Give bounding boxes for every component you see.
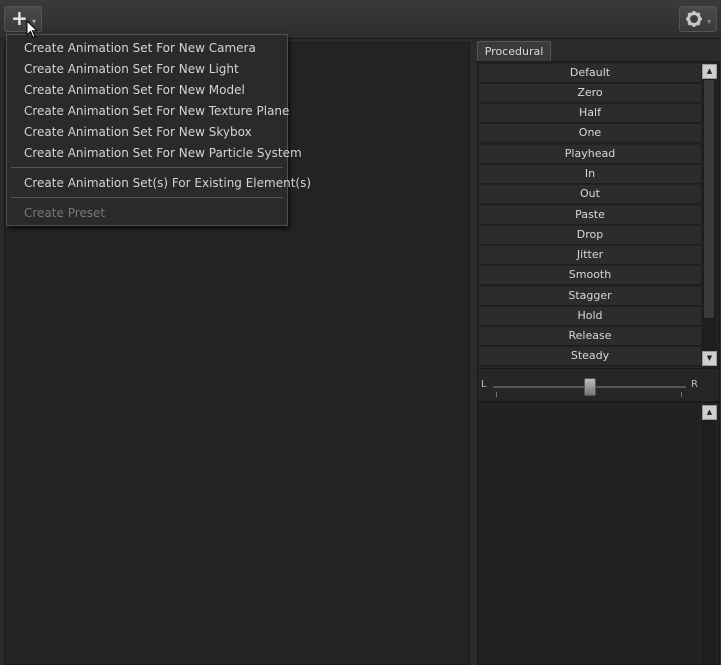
preset-item[interactable]: Drop <box>479 226 701 245</box>
preset-item[interactable]: In <box>479 165 701 184</box>
menu-item-new-light[interactable]: Create Animation Set For New Light <box>24 62 239 76</box>
preset-item[interactable]: Default <box>479 64 701 83</box>
balance-tick-right <box>681 392 682 397</box>
procedural-preset-list: Default Zero Half One Playhead In Out Paste Drop… <box>477 61 720 369</box>
procedural-panel: Procedural Default Zero Half One Playhead In O… <box>477 40 720 665</box>
lower-area-scrollbar[interactable]: ▲ <box>702 405 717 663</box>
mouse-cursor-icon <box>26 20 38 39</box>
balance-right-label: R <box>691 379 698 390</box>
panel-splitter[interactable] <box>470 42 476 663</box>
preset-item[interactable]: Release <box>479 327 701 346</box>
menu-item-new-particle-system[interactable]: Create Animation Set For New Particle Sy… <box>24 146 302 160</box>
menu-separator <box>11 167 283 168</box>
preset-list-scrollbar[interactable]: ▲ ▼ <box>702 64 717 366</box>
preset-item[interactable]: Steady <box>479 347 701 366</box>
menu-separator <box>11 197 283 198</box>
procedural-lower-area: ▲ <box>477 402 720 665</box>
menu-item-create-preset: Create Preset <box>24 206 106 220</box>
scroll-down-button[interactable]: ▼ <box>702 351 717 366</box>
menu-item-new-camera[interactable]: Create Animation Set For New Camera <box>24 41 256 55</box>
settings-button[interactable]: ▾ <box>679 6 717 32</box>
tab-procedural[interactable]: Procedural <box>477 41 551 61</box>
preset-item[interactable]: Smooth <box>479 266 701 285</box>
chevron-down-icon: ▾ <box>707 17 712 26</box>
gear-icon <box>686 11 702 27</box>
menu-item-existing-elements[interactable]: Create Animation Set(s) For Existing Ele… <box>24 176 311 190</box>
preset-item[interactable]: Zero <box>479 84 701 103</box>
balance-slider-row: L R <box>477 368 720 402</box>
lower-scroll-up-button[interactable]: ▲ <box>702 405 717 420</box>
preset-item[interactable]: Hold <box>479 307 701 326</box>
balance-left-label: L <box>481 379 487 390</box>
scroll-up-button[interactable]: ▲ <box>702 64 717 79</box>
preset-item[interactable]: Jitter <box>479 246 701 265</box>
preset-item[interactable]: Paste <box>479 206 701 225</box>
preset-list-items: Default Zero Half One Playhead In Out Paste Drop… <box>479 64 701 368</box>
balance-tick-left <box>496 392 497 397</box>
balance-slider-thumb[interactable] <box>584 378 596 396</box>
preset-item[interactable]: Out <box>479 185 701 204</box>
preset-item[interactable]: Playhead <box>479 145 701 164</box>
preset-item[interactable]: Half <box>479 104 701 123</box>
scroll-thumb[interactable] <box>704 80 714 318</box>
add-menu-dropdown: Create Animation Set For New Camera Crea… <box>6 34 311 226</box>
preset-item[interactable]: One <box>479 124 701 143</box>
preset-item[interactable]: Stagger <box>479 287 701 306</box>
menu-item-new-skybox[interactable]: Create Animation Set For New Skybox <box>24 125 252 139</box>
menu-item-new-texture-plane[interactable]: Create Animation Set For New Texture Pla… <box>24 104 289 118</box>
menu-item-new-model[interactable]: Create Animation Set For New Model <box>24 83 245 97</box>
